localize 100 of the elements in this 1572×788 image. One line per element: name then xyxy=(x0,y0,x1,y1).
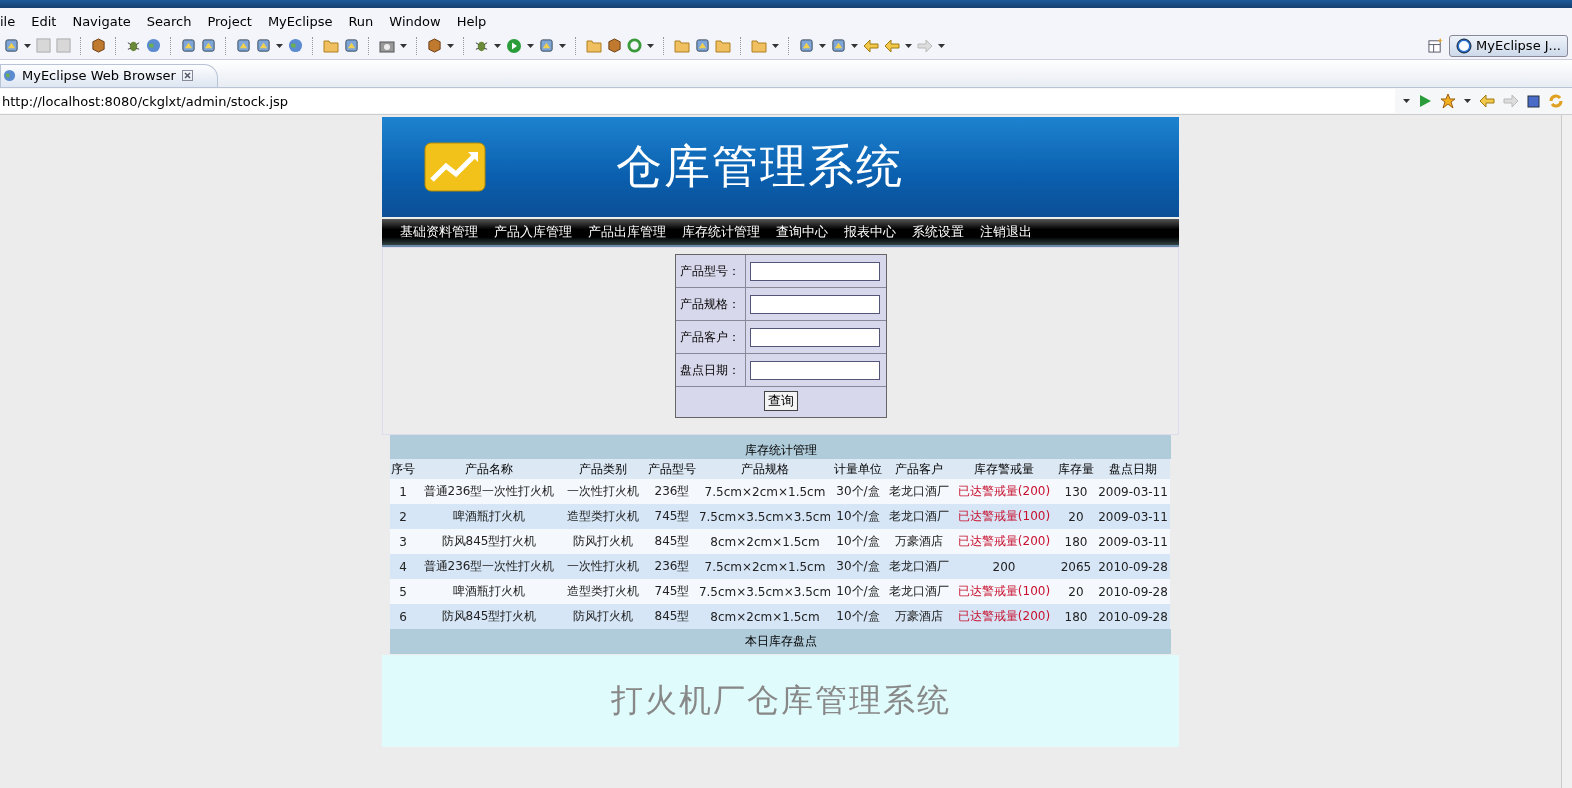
table-cell: 2010-09-28 xyxy=(1096,579,1170,604)
table-cell: 7.5cm×3.5cm×3.5cm xyxy=(700,504,830,529)
table-cell: 2010-09-28 xyxy=(1096,604,1170,629)
site-title: 仓库管理系统 xyxy=(616,138,904,195)
table-cell: 10个/盒 xyxy=(830,529,886,554)
star-icon[interactable] xyxy=(1440,93,1456,109)
tool-icon[interactable] xyxy=(4,38,19,53)
tool-icon[interactable] xyxy=(695,38,710,53)
menu-item[interactable]: Search xyxy=(138,13,200,29)
table-cell: 1 xyxy=(390,479,416,504)
menu-item[interactable]: Run xyxy=(340,13,382,29)
dropdown-caret-icon[interactable] xyxy=(276,43,283,48)
play-icon[interactable] xyxy=(506,37,522,54)
dropdown-caret-icon[interactable] xyxy=(819,43,826,48)
column-header: 计量单位 xyxy=(830,459,886,479)
table-cell: 7.5cm×3.5cm×3.5cm xyxy=(700,579,830,604)
field-label: 产品规格： xyxy=(675,288,746,321)
nav-link[interactable]: 报表中心 xyxy=(836,223,904,241)
table-footer: 本日库存盘点 xyxy=(390,629,1171,654)
menu-item[interactable]: Help xyxy=(448,13,495,29)
dropdown-caret-icon[interactable] xyxy=(905,43,912,48)
table-cell: 5 xyxy=(390,579,416,604)
folder-icon[interactable] xyxy=(751,38,767,53)
table-cell: 一次性打火机 xyxy=(562,554,644,579)
dropdown-caret-icon[interactable] xyxy=(400,43,407,48)
dropdown-caret-icon[interactable] xyxy=(559,43,566,48)
table-cell: 防风845型打火机 xyxy=(416,529,562,554)
input-field[interactable] xyxy=(749,327,880,347)
table-cell: 7.5cm×2cm×1.5cm xyxy=(700,554,830,579)
table-cell: 老龙口酒厂 xyxy=(886,579,952,604)
cube-icon[interactable] xyxy=(91,38,106,53)
tool-icon[interactable] xyxy=(831,38,846,53)
nav-link[interactable]: 注销退出 xyxy=(972,223,1040,241)
dropdown-caret-icon[interactable] xyxy=(527,43,534,48)
arrow-left-icon[interactable] xyxy=(863,38,879,53)
input-field[interactable] xyxy=(749,360,880,380)
globe-icon xyxy=(3,69,16,82)
nav-link[interactable]: 产品入库管理 xyxy=(486,223,580,241)
table-cell: 已达警戒量(100) xyxy=(952,579,1056,604)
folder-icon[interactable] xyxy=(715,38,731,53)
menu-item[interactable]: Navigate xyxy=(64,13,139,29)
tool-icon[interactable] xyxy=(236,38,251,53)
menu-item[interactable]: Project xyxy=(199,13,260,29)
search-button[interactable]: 查询 xyxy=(763,391,798,411)
nav-link[interactable]: 系统设置 xyxy=(904,223,972,241)
table-cell: 745型 xyxy=(644,579,700,604)
open-perspective-icon[interactable] xyxy=(1428,38,1444,53)
folder-icon[interactable] xyxy=(323,38,339,53)
table-cell: 啤酒瓶打火机 xyxy=(416,579,562,604)
folder-icon[interactable] xyxy=(674,38,690,53)
menu-item[interactable]: Window xyxy=(381,13,449,29)
cube-icon[interactable] xyxy=(427,38,442,53)
dropdown-caret-icon[interactable] xyxy=(1403,99,1410,103)
tool-icon[interactable] xyxy=(799,38,814,53)
tool-icon[interactable] xyxy=(201,38,216,53)
table-cell: 2 xyxy=(390,504,416,529)
stop-icon[interactable] xyxy=(1527,94,1540,108)
input-field[interactable] xyxy=(749,294,880,314)
perspective-button[interactable]: MyEclipse J... xyxy=(1449,34,1568,57)
table-cell: 236型 xyxy=(644,554,700,579)
editor-tab[interactable]: MyEclipse Web Browser xyxy=(0,64,218,87)
go-icon[interactable] xyxy=(1418,94,1432,108)
dropdown-caret-icon[interactable] xyxy=(938,43,945,48)
dropdown-caret-icon[interactable] xyxy=(24,43,31,48)
nav-link[interactable]: 查询中心 xyxy=(768,223,836,241)
folder-icon[interactable] xyxy=(586,38,602,53)
scrollbar[interactable] xyxy=(1561,115,1572,788)
input-field[interactable] xyxy=(749,261,880,281)
column-header: 库存警戒量 xyxy=(952,459,1056,479)
field-label: 盘点日期： xyxy=(675,354,746,387)
nav-link[interactable]: 产品出库管理 xyxy=(580,223,674,241)
tool-icon[interactable] xyxy=(344,38,359,53)
table-cell: 30个/盒 xyxy=(830,479,886,504)
dropdown-caret-icon[interactable] xyxy=(447,43,454,48)
address-field[interactable]: http://localhost:8080/ckglxt/admin/stock.jsp xyxy=(0,89,1395,113)
dropdown-caret-icon[interactable] xyxy=(647,43,654,48)
dropdown-caret-icon[interactable] xyxy=(1464,99,1471,103)
table-cell: 8cm×2cm×1.5cm xyxy=(700,529,830,554)
menu-item[interactable]: ile xyxy=(0,13,24,29)
dropdown-caret-icon[interactable] xyxy=(494,43,501,48)
globe-icon[interactable] xyxy=(288,38,303,53)
nav-link[interactable]: 基础资料管理 xyxy=(392,223,486,241)
arrow-left-icon[interactable] xyxy=(1479,94,1495,108)
dropdown-caret-icon[interactable] xyxy=(772,43,779,48)
tool-icon[interactable] xyxy=(539,38,554,53)
close-icon[interactable] xyxy=(181,70,193,81)
nav-link[interactable]: 库存统计管理 xyxy=(674,223,768,241)
cube-icon[interactable] xyxy=(607,38,622,53)
column-header: 产品型号 xyxy=(644,459,700,479)
dropdown-caret-icon[interactable] xyxy=(851,43,858,48)
menu-item[interactable]: MyEclipse xyxy=(259,13,341,29)
arrow-left-icon[interactable] xyxy=(884,38,900,53)
tool-icon[interactable] xyxy=(256,38,271,53)
menu-item[interactable]: Edit xyxy=(23,13,65,29)
globe-icon[interactable] xyxy=(146,38,161,53)
column-header: 产品规格 xyxy=(700,459,830,479)
tool-icon[interactable] xyxy=(181,38,196,53)
table-cell: 845型 xyxy=(644,604,700,629)
camera-icon[interactable] xyxy=(379,38,395,53)
table-cell: 8cm×2cm×1.5cm xyxy=(700,604,830,629)
